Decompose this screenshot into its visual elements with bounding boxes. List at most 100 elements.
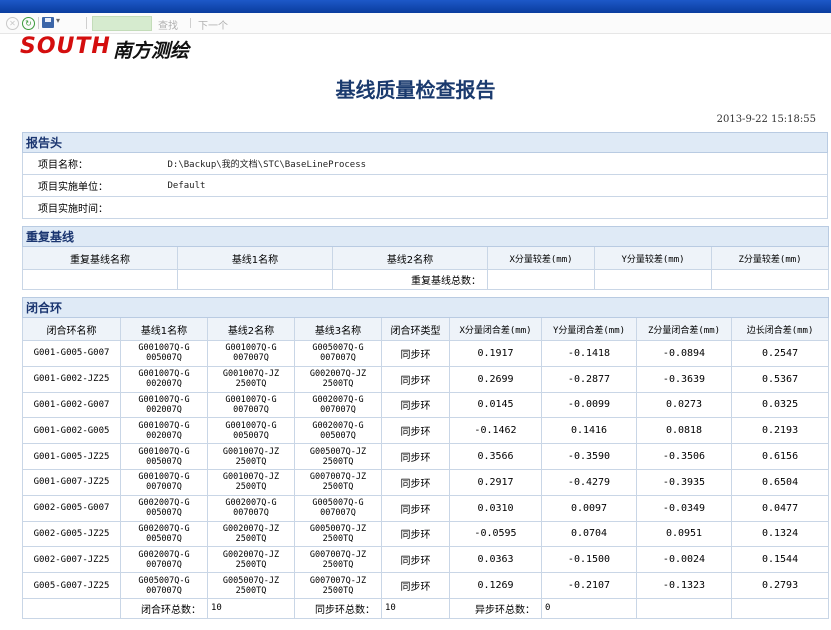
baseline-name: G001007Q-G 005007Q <box>120 340 208 367</box>
baseline-name-line: G005007Q-G <box>312 498 364 509</box>
baseline-name-line: 007007Q <box>320 353 356 364</box>
report-timestamp: 2013-9-22 15:18:55 <box>716 114 816 125</box>
sync-total-value: 10 <box>381 597 450 619</box>
closed-loop-table: 闭合环 闭合环名称 基线1名称 基线2名称 基线3名称 闭合环类型 X分量闭合差… <box>21 297 830 619</box>
column-header: 基线2名称 <box>207 317 295 341</box>
column-header: 基线3名称 <box>294 317 382 341</box>
find-next-button[interactable]: 下一个 <box>198 17 228 32</box>
project-time-value <box>167 196 828 219</box>
baseline-name: G005007Q-JZ 2500TQ <box>207 572 295 599</box>
x-closure: 0.2699 <box>449 365 542 393</box>
baseline-name: G005007Q-G 007007Q <box>294 340 382 367</box>
loop-type: 同步环 <box>381 443 450 470</box>
baseline-name: G002007Q-JZ 2500TQ <box>207 520 295 548</box>
loop-name: G002-G007-JZ25 <box>22 546 121 574</box>
baseline-name-line: G007007Q-JZ <box>309 549 367 560</box>
y-closure: -0.2107 <box>541 572 637 599</box>
z-closure: -0.3506 <box>636 443 732 470</box>
z-closure: 0.0951 <box>636 520 732 548</box>
page-title: 基线质量检查报告 <box>335 78 496 102</box>
save-icon[interactable] <box>42 17 54 28</box>
column-header: 基线2名称 <box>332 246 488 270</box>
baseline-name-line: 005007Q <box>146 533 182 544</box>
baseline-name-line: 002007Q <box>146 404 182 415</box>
x-closure: 0.0145 <box>449 391 542 419</box>
y-closure: 0.1416 <box>541 417 637 445</box>
side-closure: 0.2547 <box>730 340 830 367</box>
baseline-name: G001007Q-G 007007Q <box>207 340 295 367</box>
baseline-name-line: G001007Q-G <box>225 343 277 354</box>
baseline-name: G001007Q-G 002007Q <box>120 391 208 419</box>
window-title-bar <box>0 0 831 13</box>
loop-name: G001-G002-JZ25 <box>22 365 121 393</box>
y-closure: -0.1500 <box>541 546 637 574</box>
table-row: G001-G005-G007 G001007Q-G 005007Q G001007Q-… <box>22 340 830 367</box>
toolbar-divider <box>38 17 39 29</box>
baseline-name-line: G001007Q-G <box>225 420 277 431</box>
baseline-name: G007007Q-JZ 2500TQ <box>294 572 382 599</box>
loop-type: 同步环 <box>381 546 450 574</box>
baseline-name: G002007Q-JZ 2500TQ <box>207 546 295 574</box>
column-header: 基线1名称 <box>177 246 333 270</box>
empty-cell <box>730 597 830 619</box>
z-closure: -0.0894 <box>636 340 732 367</box>
baseline-name-line: G002007Q-JZ <box>222 549 280 560</box>
chevron-down-icon[interactable]: ▾ <box>56 16 60 25</box>
find-button[interactable]: 查找 <box>158 17 178 32</box>
side-closure: 0.5367 <box>730 365 830 393</box>
x-closure: 0.3566 <box>449 443 542 470</box>
search-input[interactable] <box>92 16 152 31</box>
baseline-name-line: G002007Q-G <box>138 498 190 509</box>
repeat-total-label: 重复基线总数： <box>332 269 488 290</box>
y-closure: -0.0099 <box>541 391 637 419</box>
baseline-name-line: 2500TQ <box>322 482 354 493</box>
baseline-name-line: 2500TQ <box>322 379 354 390</box>
baseline-name-line: G001007Q-JZ <box>222 369 280 380</box>
loop-type: 同步环 <box>381 468 450 496</box>
empty-cell <box>22 269 178 290</box>
baseline-name-line: 005007Q <box>146 456 182 467</box>
south-logo-cn: 南方测绘 <box>113 40 190 62</box>
baseline-name: G002007Q-G 007007Q <box>207 494 295 522</box>
z-closure: -0.0349 <box>636 494 732 522</box>
side-closure: 0.2193 <box>730 417 830 445</box>
column-header: X分量较差(mm) <box>487 246 595 270</box>
table-row: G001-G002-G007 G001007Q-G 002007Q G001007Q-… <box>22 391 830 419</box>
toolbar-divider <box>190 18 191 28</box>
column-header: Y分量闭合差(mm) <box>541 317 637 341</box>
section-title-loop: 闭合环 <box>21 297 830 318</box>
empty-cell <box>594 269 712 290</box>
baseline-name-line: 007007Q <box>233 353 269 364</box>
x-closure: -0.1462 <box>449 417 542 445</box>
loop-type: 同步环 <box>381 340 450 367</box>
repeat-baseline-table: 重复基线 重复基线名称 基线1名称 基线2名称 X分量较差(mm) Y分量较差(… <box>21 226 830 290</box>
table-row: G002-G005-JZ25 G002007Q-G 005007Q G002007Q-… <box>22 520 830 548</box>
loop-total-value: 10 <box>207 597 295 619</box>
stop-icon[interactable]: ✕ <box>6 17 19 30</box>
table-row: G001-G007-JZ25 G001007Q-G 007007Q G001007Q-… <box>22 468 830 496</box>
toolbar-divider <box>86 17 87 29</box>
loop-name: G005-G007-JZ25 <box>22 572 121 599</box>
baseline-name-line: 002007Q <box>146 379 182 390</box>
refresh-icon[interactable]: ↻ <box>22 17 35 30</box>
baseline-name: G002007Q-G 005007Q <box>120 520 208 548</box>
column-header: 基线1名称 <box>120 317 208 341</box>
loop-name: G002-G005-JZ25 <box>22 520 121 548</box>
side-closure: 0.6156 <box>730 443 830 470</box>
baseline-name-line: 2500TQ <box>235 559 267 570</box>
baseline-name-line: G002007Q-G <box>138 523 190 534</box>
column-header: Z分量较差(mm) <box>710 246 830 270</box>
baseline-name: G001007Q-G 002007Q <box>120 417 208 445</box>
south-logo: SOUTH <box>20 34 111 59</box>
empty-cell <box>22 597 121 619</box>
baseline-name: G001007Q-G 005007Q <box>120 443 208 470</box>
baseline-name: G007007Q-JZ 2500TQ <box>294 546 382 574</box>
loop-type: 同步环 <box>381 494 450 522</box>
baseline-name-line: G005007Q-G <box>312 343 364 354</box>
baseline-name-line: 2500TQ <box>235 585 267 596</box>
baseline-name-line: 007007Q <box>233 404 269 415</box>
baseline-name-line: G002007Q-G <box>312 420 364 431</box>
report-toolbar: ✕ ↻ ▾ 查找 下一个 <box>0 13 831 34</box>
baseline-name-line: G005007Q-JZ <box>222 575 280 586</box>
baseline-name: G002007Q-G 005007Q <box>294 417 382 445</box>
